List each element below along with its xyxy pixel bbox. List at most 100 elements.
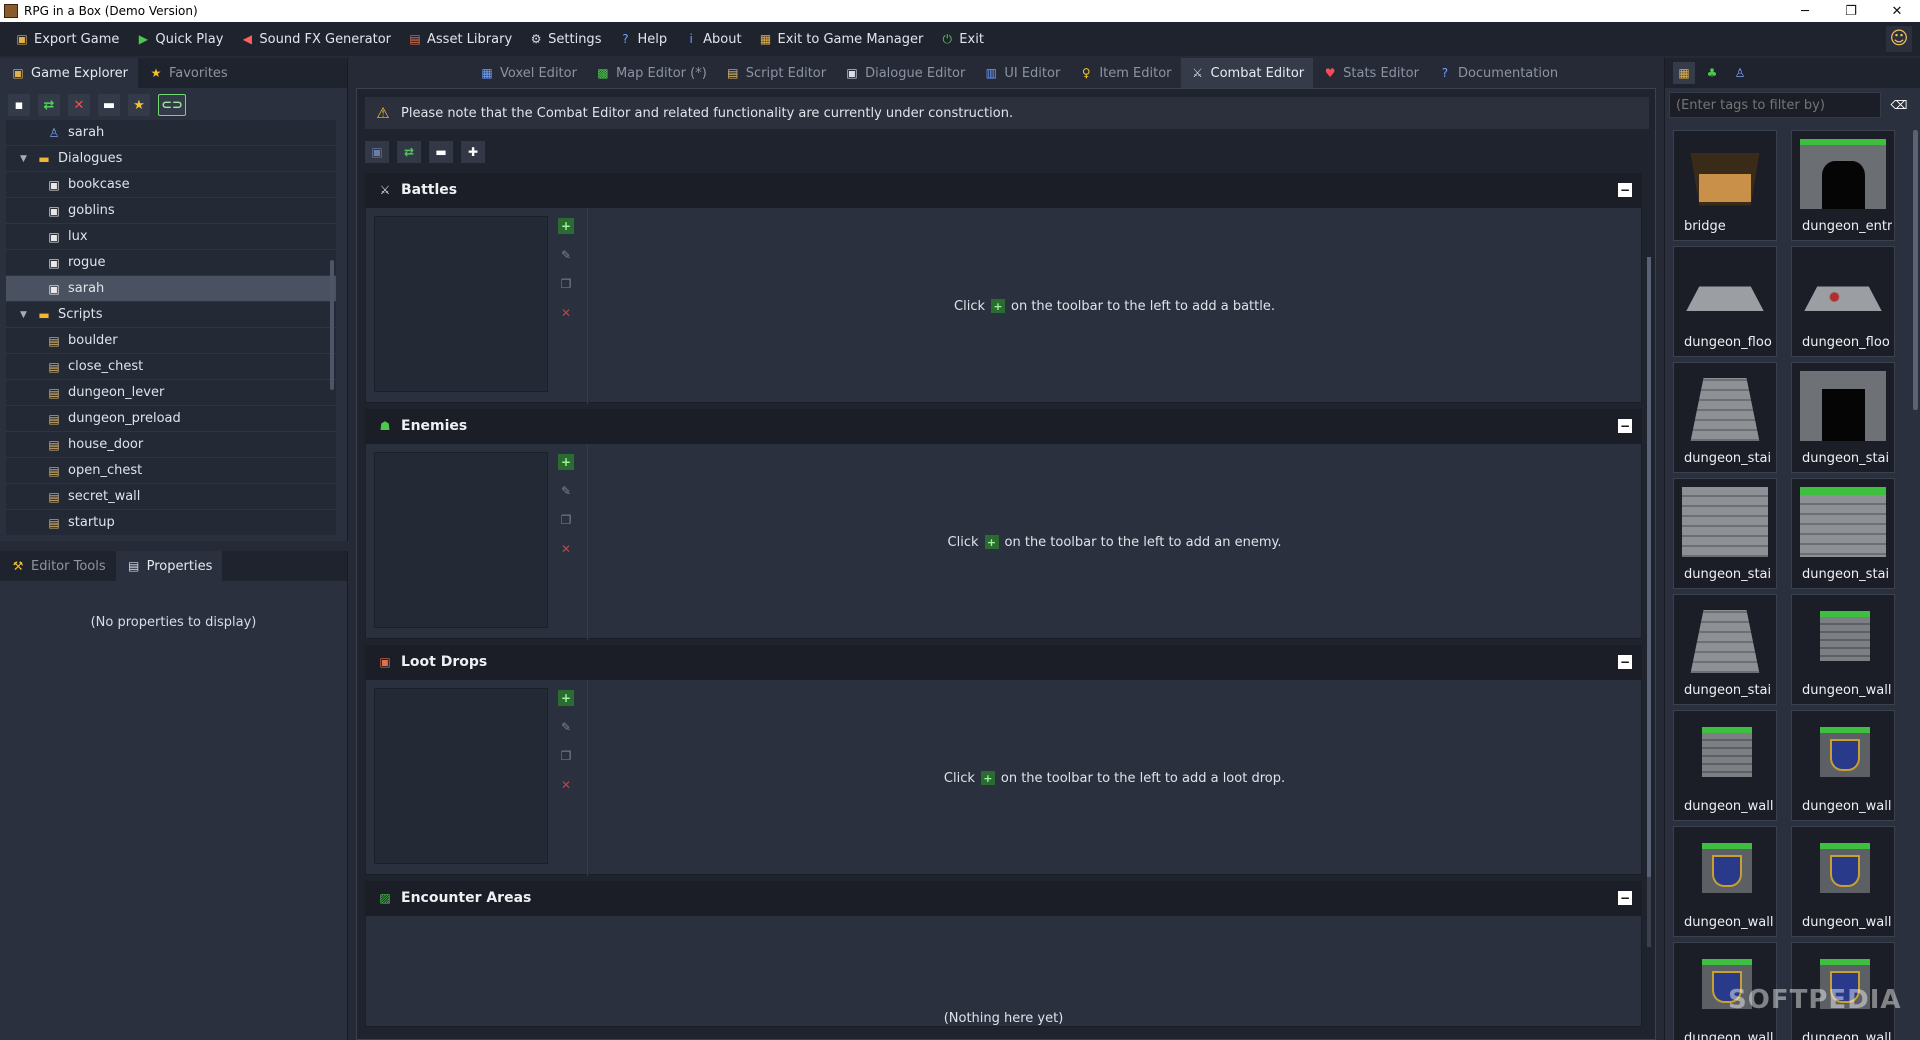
tag-filter-input[interactable]: [1669, 92, 1881, 118]
save-button[interactable]: ▣: [365, 141, 389, 163]
asset-tile[interactable]: dungeon_wall: [1791, 826, 1895, 937]
center-scrollbar[interactable]: [1647, 257, 1651, 947]
tree-scrollbar[interactable]: [330, 120, 334, 535]
center-scroll-thumb[interactable]: [1647, 257, 1651, 877]
expand-sections-button[interactable]: ✚: [461, 141, 485, 163]
menu-help[interactable]: ? Help: [609, 25, 675, 53]
section-header-encounter-areas[interactable]: ▨ Encounter Areas −: [365, 881, 1642, 915]
tree-item[interactable]: ▣ goblins: [6, 198, 336, 224]
tree-item[interactable]: ▤ boulder: [6, 328, 336, 354]
asset-tile[interactable]: dungeon_wall: [1791, 710, 1895, 821]
collapse-all-button[interactable]: ▬: [98, 94, 120, 116]
tree-item[interactable]: ▣ lux: [6, 224, 336, 250]
delete-icon[interactable]: ✕: [558, 305, 574, 321]
collapse-section-button[interactable]: −: [1618, 419, 1632, 433]
tree-item[interactable]: ▤ startup: [6, 510, 336, 535]
minimize-button[interactable]: ─: [1782, 0, 1828, 22]
menu-sound-fx-generator[interactable]: ◀ Sound FX Generator: [231, 25, 399, 53]
asset-tile[interactable]: dungeon_stai: [1673, 478, 1777, 589]
chevron-down-icon[interactable]: ▼: [20, 154, 30, 164]
tab-map-editor[interactable]: ▩ Map Editor (*): [586, 58, 716, 88]
tab-documentation[interactable]: ? Documentation: [1428, 58, 1567, 88]
menu-exit[interactable]: ⏻ Exit: [931, 25, 992, 53]
props-tab-icon[interactable]: ♣: [1701, 62, 1723, 84]
reload-button[interactable]: ⇄: [397, 141, 421, 163]
menu-export-game[interactable]: ▣ Export Game: [6, 25, 127, 53]
tab-properties[interactable]: ▤ Properties: [115, 551, 223, 581]
section-header-enemies[interactable]: ☗ Enemies −: [365, 409, 1642, 443]
delete-icon[interactable]: ✕: [558, 777, 574, 793]
collapse-section-button[interactable]: −: [1618, 655, 1632, 669]
pencil-icon[interactable]: ✎: [558, 483, 574, 499]
collapse-section-button[interactable]: −: [1618, 891, 1632, 905]
tab-game-explorer[interactable]: ▣ Game Explorer: [0, 58, 138, 88]
tree-folder[interactable]: ▼ ▬ Scripts: [6, 302, 336, 328]
tab-stats-editor[interactable]: ♥ Stats Editor: [1313, 58, 1428, 88]
menu-settings[interactable]: ⚙ Settings: [520, 25, 609, 53]
tree-item[interactable]: ▣ bookcase: [6, 172, 336, 198]
tab-editor-tools[interactable]: ⚒ Editor Tools: [0, 551, 116, 581]
asset-tile[interactable]: dungeon_floo: [1791, 246, 1895, 357]
asset-tile[interactable]: dungeon_stai: [1673, 362, 1777, 473]
delete-icon[interactable]: ✕: [558, 541, 574, 557]
tree-item[interactable]: ▤ dungeon_preload: [6, 406, 336, 432]
tree-item[interactable]: ▤ open_chest: [6, 458, 336, 484]
asset-tile[interactable]: dungeon_wall: [1791, 594, 1895, 705]
menu-about[interactable]: i About: [675, 25, 749, 53]
add-icon[interactable]: +: [558, 218, 574, 234]
new-file-button[interactable]: ▪: [8, 94, 30, 116]
favorite-button[interactable]: ★: [128, 94, 150, 116]
pencil-icon[interactable]: ✎: [558, 247, 574, 263]
asset-tile[interactable]: dungeon_wall: [1673, 710, 1777, 821]
asset-tile[interactable]: bridge: [1673, 130, 1777, 241]
asset-scrollbar[interactable]: [1913, 130, 1918, 410]
duplicate-icon[interactable]: ❐: [558, 276, 574, 292]
tree-item[interactable]: ▤ close_chest: [6, 354, 336, 380]
add-icon[interactable]: +: [558, 454, 574, 470]
tab-favorites[interactable]: ★ Favorites: [138, 58, 238, 88]
tab-script-editor[interactable]: ▤ Script Editor: [716, 58, 835, 88]
tab-item-editor[interactable]: ♀ Item Editor: [1069, 58, 1180, 88]
asset-tile[interactable]: dungeon_stai: [1791, 362, 1895, 473]
tab-combat-editor[interactable]: ⚔ Combat Editor: [1180, 58, 1314, 88]
tree-folder[interactable]: ▼ ▬ Dialogues: [6, 146, 336, 172]
delete-button[interactable]: ✕: [68, 94, 90, 116]
tree-item[interactable]: ▣ rogue: [6, 250, 336, 276]
tree-item[interactable]: ♙ sarah: [6, 120, 336, 146]
user-icon[interactable]: ☺: [1886, 26, 1912, 52]
asset-tile[interactable]: dungeon_stai: [1791, 478, 1895, 589]
pencil-icon[interactable]: ✎: [558, 719, 574, 735]
chevron-down-icon[interactable]: ▼: [20, 310, 30, 320]
enemies-list[interactable]: [374, 452, 548, 628]
tree-item[interactable]: ▤ house_door: [6, 432, 336, 458]
asset-tile[interactable]: dungeon_entr: [1791, 130, 1895, 241]
menu-asset-library[interactable]: ▤ Asset Library: [399, 25, 520, 53]
characters-tab-icon[interactable]: ♙: [1729, 62, 1751, 84]
menu-exit-to-game-manager[interactable]: ▦ Exit to Game Manager: [750, 25, 932, 53]
tree-item[interactable]: ▤ dungeon_lever: [6, 380, 336, 406]
duplicate-icon[interactable]: ❐: [558, 512, 574, 528]
tree-item[interactable]: ▣ sarah: [6, 276, 336, 302]
asset-tile[interactable]: dungeon_wall: [1673, 826, 1777, 937]
refresh-button[interactable]: ⇄: [38, 94, 60, 116]
clear-filter-icon[interactable]: ⌫: [1887, 94, 1911, 116]
collapse-section-button[interactable]: −: [1618, 183, 1632, 197]
tree-item[interactable]: ▤ secret_wall: [6, 484, 336, 510]
tiles-tab-icon[interactable]: ▦: [1673, 62, 1695, 84]
battles-list[interactable]: [374, 216, 548, 392]
tab-dialogue-editor[interactable]: ▣ Dialogue Editor: [835, 58, 974, 88]
add-icon[interactable]: +: [558, 690, 574, 706]
duplicate-icon[interactable]: ❐: [558, 748, 574, 764]
close-window-button[interactable]: ✕: [1874, 0, 1920, 22]
tab-voxel-editor[interactable]: ▦ Voxel Editor: [470, 58, 586, 88]
menu-quick-play[interactable]: ▶ Quick Play: [127, 25, 231, 53]
link-button[interactable]: ⊂⊃: [158, 94, 186, 116]
asset-tile[interactable]: dungeon_stai: [1673, 594, 1777, 705]
loot-drops-list[interactable]: [374, 688, 548, 864]
tree-scroll-thumb[interactable]: [330, 260, 334, 390]
section-header-battles[interactable]: ⚔ Battles −: [365, 173, 1642, 207]
asset-tile[interactable]: dungeon_floo: [1673, 246, 1777, 357]
tab-ui-editor[interactable]: ▥ UI Editor: [974, 58, 1069, 88]
section-header-loot-drops[interactable]: ▣ Loot Drops −: [365, 645, 1642, 679]
maximize-button[interactable]: ❐: [1828, 0, 1874, 22]
